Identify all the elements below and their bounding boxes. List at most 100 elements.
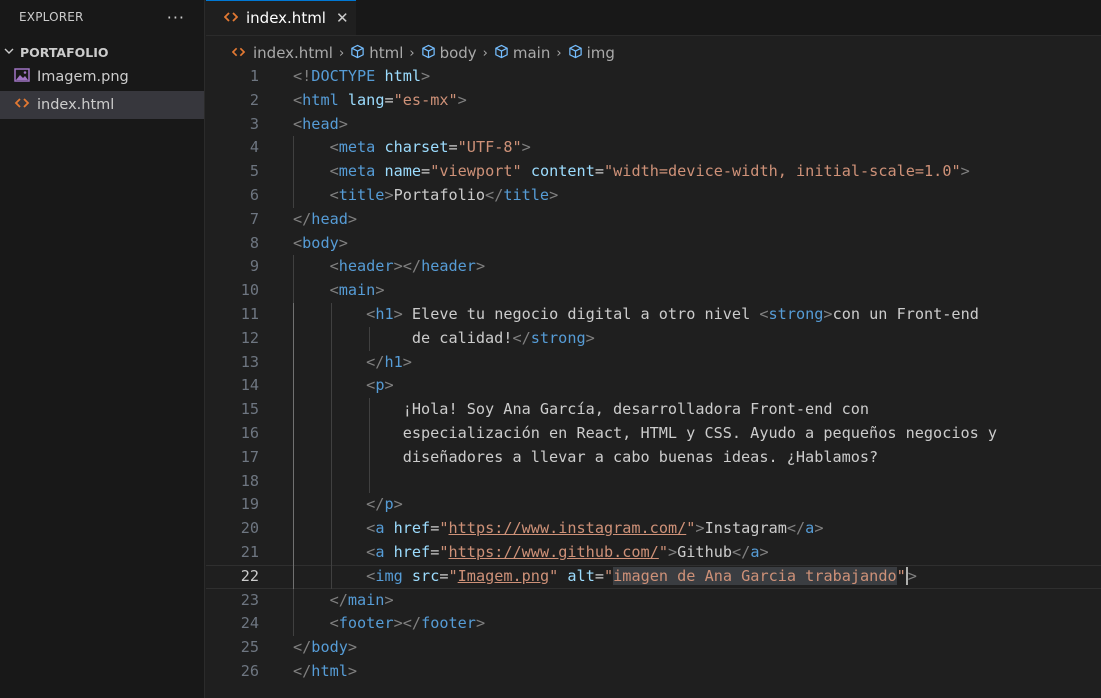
code-text: ¡Hola! Soy Ana García, desarrolladora Fr… [293,400,870,419]
line-number: 14 [240,376,259,395]
code-line[interactable]: 14 <p> [206,374,1101,399]
chevron-right-icon: › [556,45,562,61]
breadcrumb: index.html › html › body › main › img [206,41,1101,65]
explorer-header: EXPLORER ··· [0,0,204,34]
line-number: 23 [240,590,259,609]
code-text: <footer></footer> [329,614,486,633]
breadcrumb-file[interactable]: index.html [231,44,333,62]
line-number: 16 [240,423,259,442]
tab-index-html[interactable]: index.html ✕ [206,0,356,35]
code-editor[interactable]: 1 <!DOCTYPE html> 2 <html lang="es-mx"> 3 <he… [206,65,1101,698]
close-icon[interactable]: ✕ [336,9,349,27]
code-line[interactable]: 12 de calidad!</strong> [206,326,1101,351]
code-line[interactable]: 8 <body> [206,232,1101,256]
line-number: 13 [240,352,259,371]
line-number: 25 [240,638,259,657]
line-number: 10 [240,281,259,300]
folder-label: PORTAFOLIO [20,44,109,60]
code-line[interactable]: 18 [206,469,1101,494]
line-number: 20 [240,519,259,538]
code-text: <head> [293,114,348,133]
line-number: 1 [249,67,259,85]
line-number: 19 [240,495,259,514]
line-number: 5 [249,162,259,181]
chevron-down-icon [4,46,18,59]
more-actions-icon[interactable]: ··· [167,8,185,27]
code-line[interactable]: 20 <a href="https://www.instagram.com/">… [206,517,1101,541]
file-label: Imagem.png [37,69,129,85]
file-item-index[interactable]: index.html [0,91,204,119]
image-file-icon [14,68,34,86]
code-text: <img src="Imagem.png" alt="imagen de Ana… [366,566,917,586]
chevron-right-icon: › [409,45,415,61]
code-text: </body> [293,638,358,657]
chevron-right-icon: › [482,45,488,61]
breadcrumb-body[interactable]: body [421,44,477,63]
code-line[interactable]: 19 </p> [206,493,1101,518]
code-line[interactable]: 6 <title>Portafolio</title> [206,183,1101,208]
code-text: <title>Portafolio</title> [329,185,559,204]
line-number: 8 [249,233,259,252]
code-line[interactable]: 5 <meta name="viewport" content="width=d… [206,160,1101,184]
cube-icon [568,44,583,63]
code-line[interactable]: 13 </h1> [206,350,1101,375]
code-line[interactable]: 1 <!DOCTYPE html> [206,65,1101,89]
line-number: 12 [240,328,259,347]
line-number: 11 [240,304,259,323]
line-number: 15 [240,400,259,419]
code-line[interactable]: 15 ¡Hola! Soy Ana García, desarrolladora… [206,398,1101,422]
indent-guide [293,469,294,494]
code-line[interactable]: 17 diseñadores a llevar a cabo buenas id… [206,445,1101,470]
explorer-sidebar: EXPLORER ··· PORTAFOLIO Imagem.png index… [0,0,205,698]
code-line[interactable]: 22 <img src="Imagem.png" alt="imagen de … [206,564,1101,589]
line-number: 17 [240,447,259,466]
code-text: </html> [293,661,358,680]
html-file-icon [14,97,34,113]
code-text: <!DOCTYPE html> [293,67,431,85]
code-text: </head> [293,209,358,228]
code-text: <main> [329,281,385,300]
file-label: index.html [37,97,115,113]
indent-guide [369,469,370,494]
code-text: <p> [366,376,394,395]
code-line[interactable]: 25 </body> [206,636,1101,660]
line-number: 24 [240,614,259,633]
code-text: diseñadores a llevar a cabo buenas ideas… [293,447,879,466]
code-line[interactable]: 3 <head> [206,113,1101,137]
code-line[interactable]: 10 <main> [206,279,1101,303]
code-line[interactable]: 4 <meta charset="UTF-8"> [206,136,1101,161]
tab-label: index.html [246,9,326,27]
cube-icon [350,44,365,63]
line-number: 22 [240,566,259,585]
line-number: 7 [249,209,259,228]
code-line[interactable]: 2 <html lang="es-mx"> [206,89,1101,113]
code-text: <meta name="viewport" content="width=dev… [329,162,970,181]
breadcrumb-main[interactable]: main [494,44,550,63]
html-file-icon [231,46,246,60]
tab-bar: index.html ✕ [206,0,1101,36]
code-text: <header></header> [329,257,486,276]
code-line[interactable]: 9 <header></header> [206,255,1101,280]
code-line[interactable]: 11 <h1> Eleve tu negocio digital a otro … [206,302,1101,327]
code-line[interactable]: 7 </head> [206,208,1101,232]
code-text: <a href="https://www.instagram.com/">Ins… [366,519,824,538]
html-file-icon [223,11,239,26]
code-text: <a href="https://www.github.com/">Github… [366,542,769,561]
line-number: 21 [240,542,259,561]
code-line[interactable]: 16 especialización en React, HTML y CSS.… [206,421,1101,446]
breadcrumb-html[interactable]: html [350,44,403,63]
line-number: 6 [249,185,259,204]
code-line[interactable]: 24 <footer></footer> [206,612,1101,637]
code-line[interactable]: 23 </main> [206,588,1101,613]
breadcrumb-img[interactable]: img [568,44,615,63]
line-number: 3 [249,114,259,133]
code-text: </p> [366,495,403,514]
indent-guide [331,469,332,494]
code-line[interactable]: 26 </html> [206,660,1101,684]
folder-portafolio[interactable]: PORTAFOLIO [0,41,204,63]
code-line[interactable]: 21 <a href="https://www.github.com/">Git… [206,540,1101,565]
file-item-imagem[interactable]: Imagem.png [0,63,204,91]
code-text: <h1> Eleve tu negocio digital a otro niv… [366,304,979,323]
line-number: 9 [249,257,259,276]
line-number: 26 [240,661,259,680]
